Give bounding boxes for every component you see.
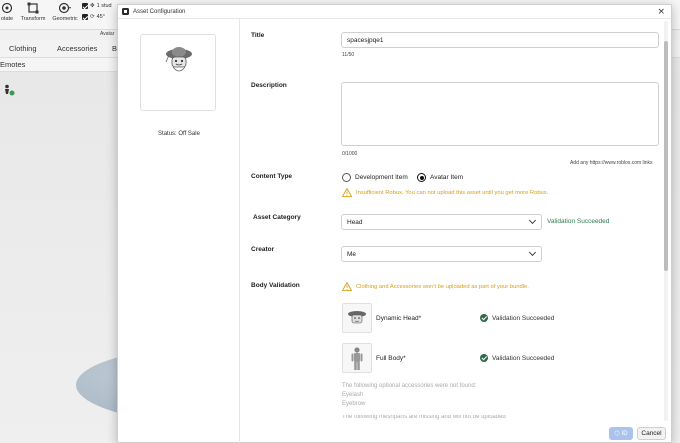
head-thumbnail-image bbox=[348, 311, 366, 324]
validation-status-text: Validation Succeeded bbox=[492, 314, 555, 322]
description-input[interactable] bbox=[341, 82, 659, 146]
body-thumbnail-image bbox=[351, 347, 363, 370]
full-body-validation: Validation Succeeded bbox=[480, 354, 554, 362]
rotate-tool-button[interactable]: otate bbox=[0, 2, 18, 22]
missing-meshparts-note: The following meshparts are missing and … bbox=[342, 415, 506, 420]
content-type-label: Content Type bbox=[251, 173, 293, 180]
optional-note-text: The following optional accessories were … bbox=[342, 383, 477, 389]
asset-thumbnail bbox=[140, 34, 216, 111]
title-char-count: 11/50 bbox=[342, 52, 355, 58]
emotes-row: Emotes bbox=[0, 58, 120, 72]
stud-increment-value: 1 stud bbox=[96, 3, 112, 9]
rotate-icon bbox=[1, 2, 13, 14]
dialog-scrollbar[interactable] bbox=[664, 21, 668, 421]
title-input-value: spacesjpqe1 bbox=[347, 36, 384, 44]
radio-unselected-icon bbox=[342, 173, 351, 182]
transform-tool-button[interactable]: Transform bbox=[20, 2, 46, 22]
dynamic-head-thumbnail bbox=[342, 303, 372, 333]
creator-dropdown[interactable]: Me bbox=[341, 246, 542, 262]
creator-value: Me bbox=[347, 250, 357, 258]
description-label: Description bbox=[251, 82, 287, 89]
rotate-snap-toggle[interactable]: ⟳ 45° bbox=[82, 14, 105, 20]
angle-increment-value: 45° bbox=[96, 14, 105, 20]
transform-tool-label: Transform bbox=[20, 16, 46, 22]
title-label: Title bbox=[251, 32, 265, 39]
submit-button[interactable]: ⬡ ID bbox=[609, 427, 633, 440]
asset-category-validation-status: Validation Succeeded bbox=[547, 218, 610, 225]
asset-category-value: Head bbox=[347, 218, 363, 226]
warning-icon bbox=[342, 188, 352, 197]
warning-text: Clothing and Accessories won't be upload… bbox=[356, 283, 529, 290]
dynamic-head-validation: Validation Succeeded bbox=[480, 314, 554, 322]
submit-button-label: ID bbox=[621, 430, 628, 437]
full-body-thumbnail bbox=[342, 343, 372, 373]
chevron-down-icon bbox=[528, 216, 537, 225]
player-icon bbox=[5, 84, 15, 96]
description-link-hint: Add any https://www.roblox.com links bbox=[570, 160, 653, 166]
dialog-title: Asset Configuration bbox=[133, 8, 186, 15]
avatar-item-label: Avatar Item bbox=[430, 174, 464, 181]
emotes-label[interactable]: Emotes bbox=[0, 60, 25, 69]
asset-preview-pane: Status: Off Sale bbox=[118, 19, 240, 443]
asset-category-label: Asset Category bbox=[253, 214, 301, 221]
chevron-down-icon bbox=[528, 248, 537, 257]
creator-label: Creator bbox=[251, 246, 275, 253]
optional-item: Eyebrow bbox=[342, 401, 366, 407]
warning-icon bbox=[342, 282, 352, 291]
optional-accessories-note: The following optional accessories were … bbox=[342, 382, 476, 409]
body-validation-label: Body Validation bbox=[251, 282, 300, 289]
insufficient-robux-warning: Insufficient Robux. You can not upload t… bbox=[342, 188, 548, 197]
tab-accessories[interactable]: Accessories bbox=[57, 44, 97, 53]
check-circle-icon bbox=[480, 354, 488, 362]
transform-icon bbox=[27, 2, 39, 14]
geometric-tool-button[interactable]: Geometric bbox=[52, 2, 78, 22]
content-option-development[interactable]: Development Item bbox=[342, 173, 408, 182]
head-thumbnail-image bbox=[165, 47, 192, 72]
asset-category-dropdown[interactable]: Head bbox=[341, 214, 542, 230]
rotate-tool-label: otate bbox=[0, 16, 14, 22]
close-icon[interactable]: × bbox=[657, 7, 665, 17]
tab-clothing[interactable]: Clothing bbox=[9, 44, 37, 53]
content-option-avatar[interactable]: Avatar Item bbox=[417, 173, 463, 182]
asset-configuration-dialog: Asset Configuration × Status: Off Sale T… bbox=[117, 4, 672, 443]
warning-text: Insufficient Robux. You can not upload t… bbox=[356, 189, 549, 196]
sale-status: Status: Off Sale bbox=[158, 131, 200, 137]
move-icon: ✥ bbox=[90, 3, 95, 9]
checkbox-checked-icon bbox=[82, 14, 88, 20]
avatar-section-label: Avatar bbox=[100, 31, 115, 37]
move-snap-toggle[interactable]: ✥ 1 stud bbox=[82, 3, 112, 9]
description-char-count: 0/1000 bbox=[342, 151, 358, 157]
cancel-button[interactable]: Cancel bbox=[637, 427, 666, 440]
development-item-label: Development Item bbox=[355, 174, 408, 181]
robux-icon: ⬡ bbox=[614, 431, 620, 437]
dialog-title-bar: Asset Configuration × bbox=[118, 5, 671, 19]
check-circle-icon bbox=[480, 314, 488, 322]
optional-item: Eyelash bbox=[342, 392, 364, 398]
geometric-icon bbox=[58, 2, 71, 14]
cancel-button-label: Cancel bbox=[641, 430, 662, 437]
validation-status-text: Validation Succeeded bbox=[492, 354, 555, 362]
rotate-snap-icon: ⟳ bbox=[90, 14, 95, 20]
title-input[interactable]: spacesjpqe1 bbox=[341, 32, 659, 48]
bundle-warning: Clothing and Accessories won't be upload… bbox=[342, 282, 529, 291]
roblox-studio-logo-icon bbox=[122, 8, 129, 15]
checkbox-checked-icon bbox=[82, 3, 88, 9]
radio-selected-icon bbox=[417, 173, 426, 182]
dynamic-head-label: Dynamic Head* bbox=[376, 315, 422, 322]
scrollbar-thumb[interactable] bbox=[664, 41, 668, 271]
geometric-tool-label: Geometric bbox=[52, 16, 78, 22]
full-body-label: Full Body* bbox=[376, 355, 406, 362]
